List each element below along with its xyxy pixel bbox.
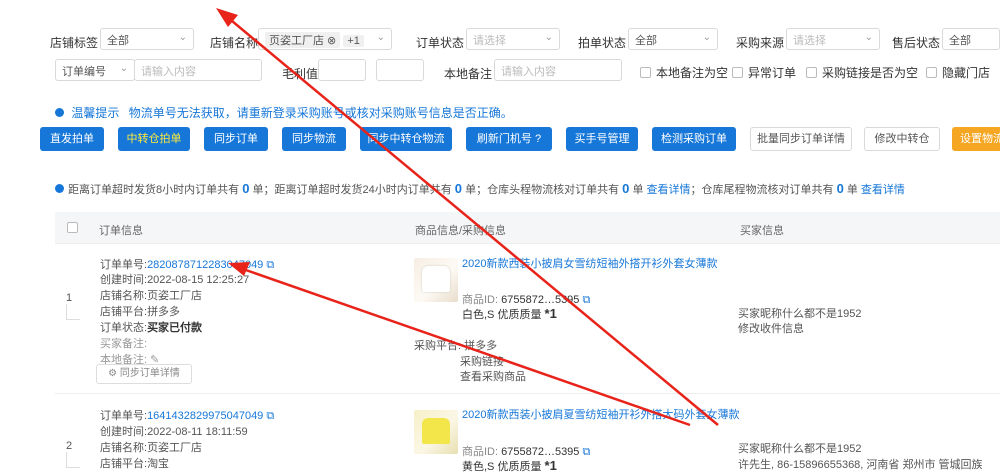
info-icon	[55, 184, 64, 193]
profit-min-input[interactable]	[318, 59, 366, 81]
buyer-address: 许先生, 86-15896655368, 河南省 郑州市 管城回族	[738, 459, 983, 471]
tip-label: 温馨提示	[71, 106, 120, 120]
filter-shop-name-label: 店铺名称	[210, 36, 259, 50]
shop-name-select[interactable]: 页姿工厂店 ⊗ +1 ⌄	[258, 28, 392, 50]
modify-transit-button[interactable]: 修改中转仓	[864, 127, 940, 151]
profit-max-input[interactable]	[376, 59, 424, 81]
product-image	[414, 258, 458, 302]
tip-banner: 温馨提示 物流单号无法获取，请重新登录采购账号或核对采购账号信息是否正确。	[55, 104, 513, 121]
chevron-down-icon: ⌄	[544, 32, 553, 43]
transit-order-button[interactable]: 中转仓拍单	[118, 127, 190, 151]
checkbox[interactable]	[732, 67, 743, 78]
tip-text: 物流单号无法获取，请重新登录采购账号或核对采购账号信息是否正确。	[128, 106, 513, 120]
shop-tag-select[interactable]: 全部 ⌄	[100, 28, 194, 50]
order-search-input[interactable]: 请输入内容	[134, 59, 262, 81]
filter-pai-status-label: 拍单状态	[578, 36, 627, 50]
order-no-link[interactable]: 1641432829975047049	[147, 410, 263, 422]
check-abnormal[interactable]: 异常订单	[732, 64, 796, 81]
pai-status-select[interactable]: 全部 ⌄	[628, 28, 718, 50]
info-icon	[55, 108, 64, 117]
summary-detail-link-2[interactable]: 查看详情	[861, 184, 905, 196]
tree-line	[66, 452, 80, 468]
shop-chip: 页姿工厂店 ⊗	[265, 32, 341, 48]
buyer-name: 买家昵称什么都不是1952	[738, 443, 862, 455]
gear-icon: ⚙	[108, 368, 118, 379]
filter-shop-tag-label: 店铺标签	[50, 36, 99, 50]
local-note-label: 本地备注	[444, 67, 493, 81]
purchase-link[interactable]: 采购链接	[460, 353, 504, 369]
summary-detail-link-1[interactable]: 查看详情	[647, 184, 691, 196]
order-no-link[interactable]: 2820878712283047049	[147, 259, 263, 271]
checkbox[interactable]	[926, 67, 937, 78]
summary-line: 距离订单超时发货8小时内订单共有 0 单；距离订单超时发货24小时内订单共有 0…	[55, 181, 905, 197]
sync-order-detail-button[interactable]: ⚙ 同步订单详情	[96, 364, 192, 384]
buyer-account-button[interactable]: 买手号管理	[566, 127, 638, 151]
order-field-type-select[interactable]: 订单编号 ⌄	[55, 59, 135, 81]
chevron-down-icon: ⌄	[178, 32, 187, 43]
profit-label: 毛利值	[282, 67, 319, 81]
purchase-source-select[interactable]: 请选择 ⌄	[786, 28, 880, 50]
chevron-down-icon: ⌄	[119, 63, 128, 74]
filter-order-status-label: 订单状态	[416, 36, 465, 50]
sync-logistics-button[interactable]: 同步物流	[282, 127, 346, 151]
chevron-down-icon: ⌄	[376, 32, 385, 43]
checkbox[interactable]	[806, 67, 817, 78]
product-image	[414, 410, 458, 454]
annotation-arrowhead	[216, 8, 238, 27]
select-all-checkbox[interactable]	[67, 222, 78, 233]
local-note-input[interactable]: 请输入内容	[494, 59, 622, 81]
chevron-down-icon: ⌄	[702, 32, 711, 43]
direct-order-button[interactable]: 直发拍单	[40, 127, 104, 151]
after-sale-select[interactable]: 全部	[942, 28, 1000, 50]
filter-purchase-source-label: 采购来源	[736, 36, 785, 50]
order-status-select[interactable]: 请选择 ⌄	[466, 28, 560, 50]
shop-more-chip: +1	[343, 35, 364, 47]
copy-icon[interactable]: ⧉	[582, 294, 590, 306]
view-purchase-link[interactable]: 查看采购商品	[460, 368, 526, 384]
row-divider	[55, 393, 1000, 394]
product-title-link[interactable]: 2020新款西装小披肩女雪纺短袖外搭开衫外套女薄款	[462, 257, 742, 272]
check-purchase-link-empty[interactable]: 采购链接是否为空	[806, 64, 918, 81]
sync-transit-logistics-button[interactable]: 同步中转仓物流	[360, 127, 452, 151]
batch-sync-details-button[interactable]: 批量同步订单详情	[750, 127, 852, 151]
sync-orders-button[interactable]: 同步订单	[204, 127, 268, 151]
refresh-machine-button[interactable]: 刷新门机号 ?	[466, 127, 552, 151]
copy-icon[interactable]: ⧉	[266, 410, 274, 422]
product-title-link[interactable]: 2020新款西装小披肩夏雪纺短袖开衫外搭大码外套女薄款	[462, 408, 742, 423]
chevron-down-icon: ⌄	[864, 32, 873, 43]
copy-icon[interactable]: ⧉	[582, 446, 590, 458]
check-purchase-button[interactable]: 检测采购订单	[652, 127, 736, 151]
table-header: 订单信息 商品信息/采购信息 买家信息	[55, 212, 1000, 244]
check-hide-store[interactable]: 隐藏门店	[926, 64, 990, 81]
copy-icon[interactable]: ⧉	[266, 259, 274, 271]
tree-line	[66, 304, 80, 320]
buyer-name: 买家昵称什么都不是1952	[738, 308, 862, 320]
check-note-empty[interactable]: 本地备注为空	[640, 64, 728, 81]
edit-recipient-link[interactable]: 修改收件信息	[738, 320, 804, 336]
question-icon: ?	[534, 133, 542, 145]
filter-after-sale-label: 售后状态	[892, 36, 941, 50]
checkbox[interactable]	[640, 67, 651, 78]
set-logistics-button[interactable]: 设置物流	[952, 127, 1000, 151]
